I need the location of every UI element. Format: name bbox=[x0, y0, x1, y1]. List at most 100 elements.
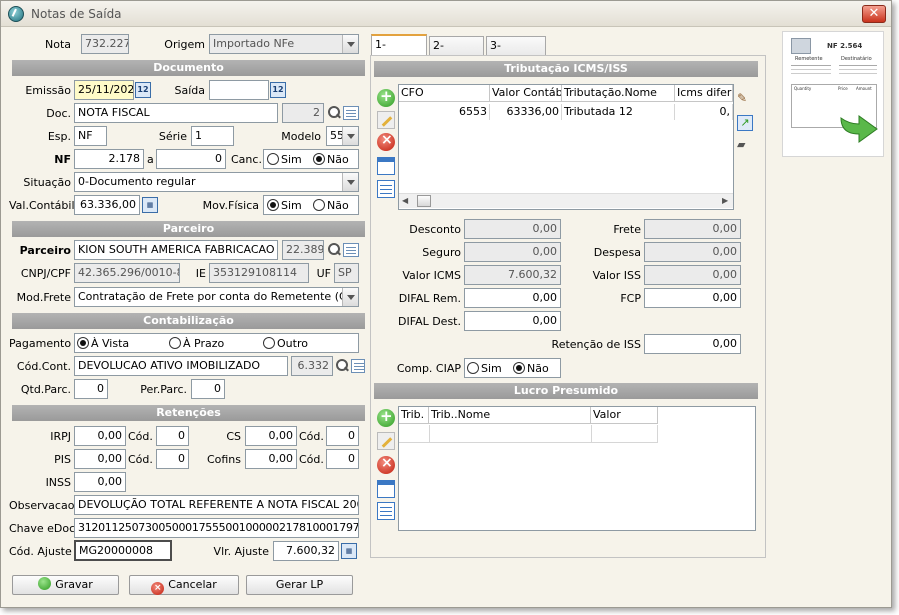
cofins-cod-field[interactable]: 0 bbox=[326, 449, 359, 469]
cancelar-button[interactable]: × Cancelar bbox=[129, 575, 239, 595]
section-parceiro: Parceiro bbox=[12, 221, 365, 237]
col-icms-diferido[interactable]: Icms diferid bbox=[675, 85, 733, 102]
frete-label: Frete bbox=[613, 223, 641, 236]
doc-field[interactable]: NOTA FISCAL bbox=[74, 103, 278, 123]
modfrete-select[interactable]: Contratação de Frete por conta do Remete… bbox=[74, 287, 359, 307]
aprazo-radio[interactable] bbox=[169, 337, 181, 349]
amount-label: Amount bbox=[856, 86, 872, 91]
list-icon[interactable] bbox=[343, 243, 359, 257]
calculator-icon[interactable]: ▦ bbox=[341, 543, 357, 559]
export-icon[interactable]: ↗ bbox=[737, 115, 753, 131]
emissao-field[interactable]: 25/11/2020 bbox=[74, 80, 134, 100]
window-icon[interactable] bbox=[377, 480, 395, 498]
search-icon[interactable] bbox=[327, 105, 341, 121]
cofins-field[interactable]: 0,00 bbox=[245, 449, 297, 469]
tool-icon[interactable]: ▰ bbox=[737, 138, 753, 152]
outro-radio[interactable] bbox=[263, 337, 275, 349]
qtdparc-field[interactable]: 0 bbox=[74, 379, 108, 399]
movfisica-sim-radio[interactable] bbox=[267, 199, 279, 211]
cnpj-field: 42.365.296/0010-85 bbox=[74, 263, 180, 283]
col-tributacao-nome[interactable]: Tributação.Nome bbox=[562, 85, 675, 102]
irpj-cod-field[interactable]: 0 bbox=[156, 426, 189, 446]
tab-produtos[interactable]: 3-Produtos bbox=[486, 36, 546, 70]
col-valor-contabil[interactable]: Valor Contábil bbox=[490, 85, 562, 102]
esp-field[interactable]: NF bbox=[74, 126, 107, 146]
serie-field[interactable]: 1 bbox=[191, 126, 234, 146]
window-icon[interactable] bbox=[377, 157, 395, 175]
scroll-left-icon[interactable]: ◀ bbox=[402, 196, 408, 205]
table-row[interactable] bbox=[399, 425, 658, 443]
codajuste-field[interactable]: MG20000008 bbox=[74, 540, 172, 561]
calendar-icon[interactable]: 12 bbox=[135, 82, 151, 98]
situacao-select[interactable]: 0-Documento regular bbox=[74, 172, 359, 192]
saida-field[interactable] bbox=[209, 80, 269, 100]
perparc-label: Per.Parc. bbox=[140, 383, 187, 396]
pis-field[interactable]: 0,00 bbox=[74, 449, 126, 469]
difalrem-field[interactable]: 0,00 bbox=[464, 288, 561, 308]
parceiro-field[interactable]: KION SOUTH AMERICA FABRICACAO DE E bbox=[74, 240, 278, 260]
modelo-select[interactable]: 55 bbox=[326, 126, 359, 146]
canc-sim-label: Sim bbox=[281, 153, 302, 166]
canc-sim-radio[interactable] bbox=[267, 153, 279, 165]
compciap-nao-radio[interactable] bbox=[513, 362, 525, 374]
add-icon[interactable] bbox=[377, 87, 395, 107]
cs-field[interactable]: 0,00 bbox=[245, 426, 297, 446]
valcontabil-field[interactable]: 63.336,00 bbox=[74, 195, 140, 215]
pis-cod-field[interactable]: 0 bbox=[156, 449, 189, 469]
chave-field[interactable]: 3120112507300500017555001000002178100017… bbox=[74, 518, 359, 538]
cs-cod-field[interactable]: 0 bbox=[326, 426, 359, 446]
cell-diferido: 0, bbox=[675, 104, 733, 120]
add-icon[interactable] bbox=[377, 407, 395, 427]
valoriss-field: 0,00 bbox=[644, 265, 741, 285]
wand-icon[interactable]: ✎ bbox=[737, 91, 753, 107]
col-trib-nome[interactable]: Trib..Nome bbox=[429, 407, 591, 424]
irpj-field[interactable]: 0,00 bbox=[74, 426, 126, 446]
avista-radio[interactable] bbox=[77, 337, 89, 349]
codcont-field[interactable]: DEVOLUCAO ATIVO IMOBILIZADO bbox=[74, 356, 288, 376]
gerar-lp-button[interactable]: Gerar LP bbox=[246, 575, 353, 595]
form-icon[interactable] bbox=[377, 180, 395, 198]
search-icon[interactable] bbox=[335, 358, 349, 374]
fcp-field[interactable]: 0,00 bbox=[644, 288, 741, 308]
modfrete-label: Mod.Frete bbox=[16, 291, 71, 304]
section-icms: Tributação ICMS/ISS bbox=[374, 61, 758, 77]
canc-nao-radio[interactable] bbox=[313, 153, 325, 165]
movfisica-nao-label: Não bbox=[327, 199, 349, 212]
compciap-sim-radio[interactable] bbox=[467, 362, 479, 374]
delete-icon[interactable] bbox=[377, 132, 395, 151]
origem-select[interactable]: Importado NFe bbox=[209, 34, 359, 54]
app-icon bbox=[8, 6, 24, 22]
gravar-button[interactable]: Gravar bbox=[12, 575, 119, 595]
calculator-icon[interactable]: ▦ bbox=[142, 197, 158, 213]
col-valor[interactable]: Valor bbox=[591, 407, 658, 424]
horizontal-scrollbar[interactable]: ◀ ▶ bbox=[399, 193, 733, 208]
tab-tributos[interactable]: 1-Tributos bbox=[371, 34, 427, 69]
difaldest-field[interactable]: 0,00 bbox=[464, 311, 561, 331]
perparc-field[interactable]: 0 bbox=[191, 379, 225, 399]
col-trib[interactable]: Trib. bbox=[399, 407, 429, 424]
search-icon[interactable] bbox=[327, 242, 341, 258]
list-icon[interactable] bbox=[351, 359, 365, 373]
movfisica-nao-radio[interactable] bbox=[313, 199, 325, 211]
price-label: Price bbox=[838, 86, 848, 91]
scroll-thumb[interactable] bbox=[417, 195, 431, 207]
edit-icon[interactable] bbox=[377, 111, 395, 129]
inss-field[interactable]: 0,00 bbox=[74, 472, 126, 492]
nf-label: NF bbox=[54, 153, 71, 166]
ie-label: IE bbox=[195, 267, 206, 280]
nf-from-field[interactable]: 2.178 bbox=[74, 149, 144, 169]
form-icon[interactable] bbox=[377, 502, 395, 520]
list-icon[interactable] bbox=[343, 106, 359, 120]
tab-contabil[interactable]: 2-Contábil bbox=[429, 36, 484, 70]
observacao-field[interactable]: DEVOLUÇÃO TOTAL REFERENTE A NOTA FISCAL … bbox=[74, 495, 359, 515]
vlrajuste-field[interactable]: 7.600,32 bbox=[273, 541, 339, 561]
scroll-right-icon[interactable]: ▶ bbox=[722, 196, 728, 205]
calendar-icon[interactable]: 12 bbox=[270, 82, 286, 98]
nf-to-field[interactable]: 0 bbox=[156, 149, 226, 169]
close-button[interactable]: ✕ bbox=[862, 5, 886, 23]
modfrete-value: Contratação de Frete por conta do Remete… bbox=[78, 290, 359, 303]
delete-icon[interactable] bbox=[377, 455, 395, 474]
col-cfo[interactable]: CFO bbox=[399, 85, 490, 102]
edit-icon[interactable] bbox=[377, 432, 395, 450]
retiss-field[interactable]: 0,00 bbox=[644, 334, 741, 354]
